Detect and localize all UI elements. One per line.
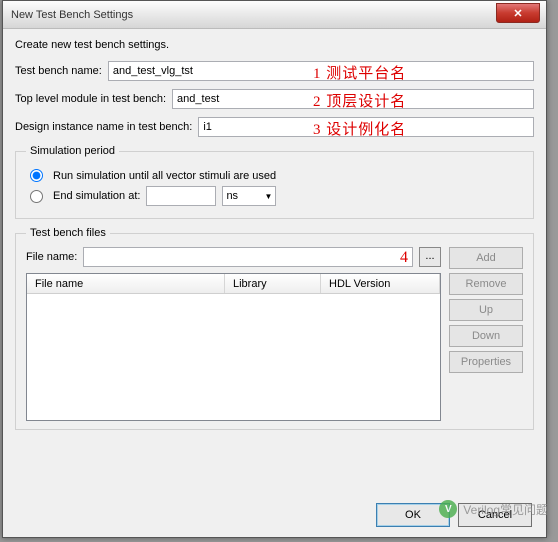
radio-end-at-label: End simulation at: [53, 190, 140, 202]
files-table[interactable]: File name Library HDL Version [26, 273, 441, 421]
radio-end-at[interactable]: End simulation at: ns ▼ [26, 186, 523, 206]
close-icon: ✕ [513, 7, 522, 20]
radio-run-until[interactable]: Run simulation until all vector stimuli … [26, 169, 523, 182]
time-unit-value: ns [226, 190, 238, 202]
table-header: File name Library HDL Version [27, 274, 440, 294]
simulation-period-group: Simulation period Run simulation until a… [15, 145, 534, 219]
chevron-down-icon: ▼ [265, 192, 273, 201]
filename-input[interactable] [83, 247, 413, 267]
close-button[interactable]: ✕ [496, 3, 540, 23]
watermark-icon: V [439, 500, 457, 518]
col-hdl-version[interactable]: HDL Version [321, 274, 440, 293]
filename-label: File name: [26, 251, 77, 263]
titlebar[interactable]: New Test Bench Settings ✕ [3, 1, 546, 29]
window-title: New Test Bench Settings [11, 9, 133, 21]
end-time-input[interactable] [146, 186, 216, 206]
up-button[interactable]: Up [449, 299, 523, 321]
col-library[interactable]: Library [225, 274, 321, 293]
dialog-description: Create new test bench settings. [15, 39, 534, 51]
remove-button[interactable]: Remove [449, 273, 523, 295]
test-bench-name-input[interactable] [108, 61, 534, 81]
test-bench-files-group: Test bench files File name: 4 ... File n… [15, 227, 534, 430]
files-left: File name: 4 ... File name Library HDL V… [26, 247, 441, 421]
add-button[interactable]: Add [449, 247, 523, 269]
filename-row: File name: 4 ... [26, 247, 441, 267]
instance-label: Design instance name in test bench: [15, 121, 192, 133]
watermark-text: Verilog常见问题 [463, 501, 548, 518]
watermark: V Verilog常见问题 [439, 500, 548, 518]
down-button[interactable]: Down [449, 325, 523, 347]
top-module-input[interactable] [172, 89, 534, 109]
test-bench-name-label: Test bench name: [15, 65, 102, 77]
files-area: File name: 4 ... File name Library HDL V… [26, 247, 523, 421]
radio-run-until-input[interactable] [30, 169, 43, 182]
instance-input[interactable] [198, 117, 534, 137]
time-unit-select[interactable]: ns ▼ [222, 186, 276, 206]
dialog-content: Create new test bench settings. Test ben… [3, 29, 546, 448]
simulation-period-legend: Simulation period [26, 145, 119, 157]
radio-end-at-input[interactable] [30, 190, 43, 203]
top-module-label: Top level module in test bench: [15, 93, 166, 105]
row-test-bench-name: Test bench name: 1 测试平台名 [15, 61, 534, 81]
col-file-name[interactable]: File name [27, 274, 225, 293]
side-buttons: Add Remove Up Down Properties [449, 247, 523, 421]
row-instance: Design instance name in test bench: 3 设计… [15, 117, 534, 137]
properties-button[interactable]: Properties [449, 351, 523, 373]
browse-button[interactable]: ... [419, 247, 441, 267]
test-bench-files-legend: Test bench files [26, 227, 110, 239]
dialog-window: New Test Bench Settings ✕ Create new tes… [2, 0, 547, 538]
radio-run-until-label: Run simulation until all vector stimuli … [53, 170, 276, 182]
row-top-module: Top level module in test bench: 2 顶层设计名 [15, 89, 534, 109]
